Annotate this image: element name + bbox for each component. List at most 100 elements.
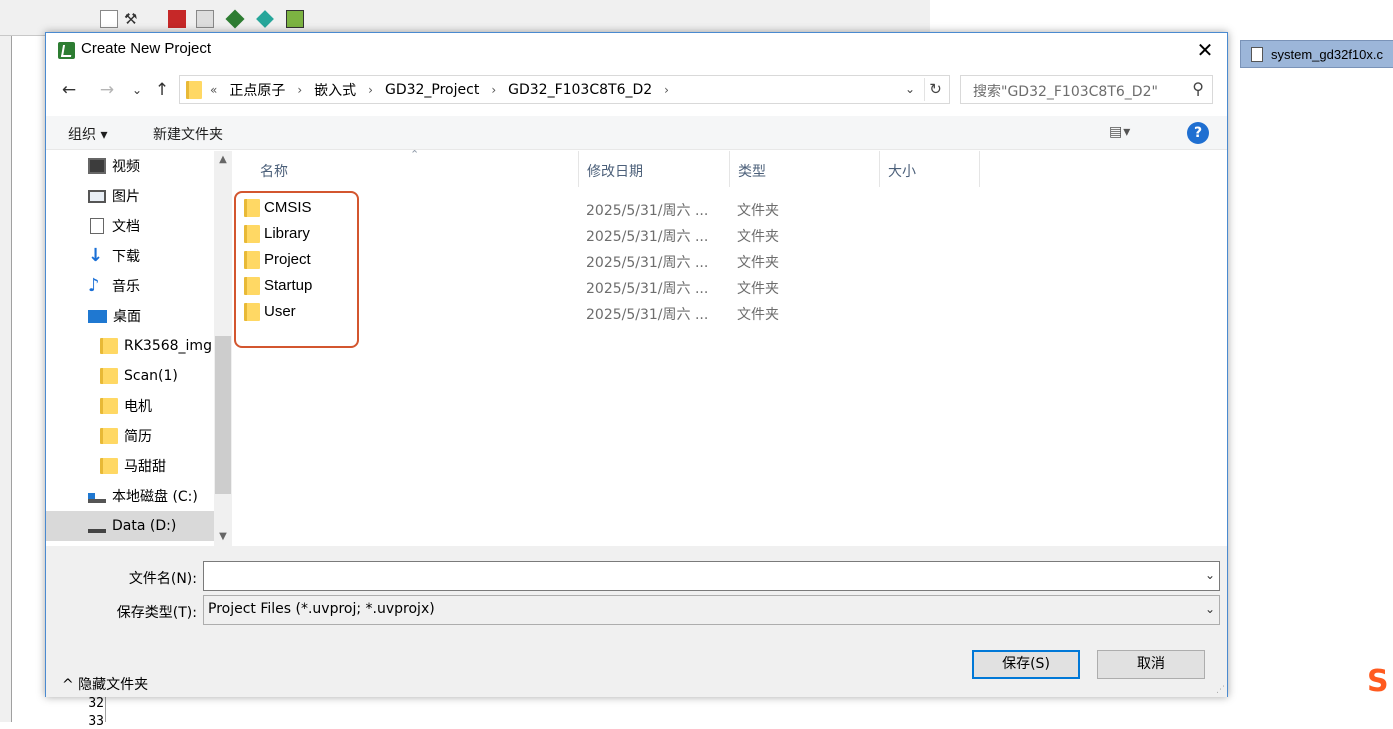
file-date: 2025/5/31/周六 ... [586, 229, 709, 245]
help-icon[interactable]: ? [1187, 122, 1209, 144]
chevron-right-icon[interactable]: › [491, 83, 496, 97]
refresh-icon[interactable]: ↻ [924, 78, 946, 101]
folder-icon [100, 398, 118, 414]
file-type: 文件夹 [737, 281, 779, 297]
filetype-label: 保存类型(T): [116, 605, 197, 621]
drive-d-icon [88, 525, 106, 533]
nav-item-videos[interactable]: 视频 [46, 151, 214, 181]
ide-toolbar: ⚒ [0, 0, 930, 36]
filetype-select[interactable]: Project Files (*.uvproj; *.uvprojx) ⌄ [203, 595, 1220, 625]
breadcrumb-overflow[interactable]: « [210, 83, 217, 97]
checkbox-icon[interactable] [100, 10, 118, 28]
table-row[interactable]: Library 2025/5/31/周六 ... 文件夹 [232, 221, 1227, 247]
nav-item-matiantian[interactable]: 马甜甜 [46, 451, 214, 481]
editor-tab[interactable]: system_gd32f10x.c [1240, 40, 1393, 68]
desktop-icon [88, 309, 107, 323]
recent-locations-button[interactable]: ⌄ [126, 79, 148, 101]
file-name: Project [264, 251, 311, 268]
up-button[interactable]: ↑ [151, 79, 173, 101]
scroll-thumb[interactable] [215, 336, 231, 494]
filename-field[interactable]: ⌄ [203, 561, 1220, 591]
nav-item-label: 桌面 [113, 309, 141, 325]
file-date: 2025/5/31/周六 ... [586, 281, 709, 297]
nav-item-drive-c[interactable]: 本地磁盘 (C:) [46, 481, 214, 511]
nav-item-desktop[interactable]: 桌面 [46, 301, 214, 331]
file-type: 文件夹 [737, 229, 779, 245]
nav-item-downloads[interactable]: ↓ 下载 [46, 241, 214, 271]
chevron-right-icon[interactable]: › [368, 83, 373, 97]
cancel-button[interactable]: 取消 [1097, 650, 1205, 679]
downloads-icon: ↓ [88, 245, 104, 266]
nav-item-scan[interactable]: Scan(1) [46, 361, 214, 391]
folder-icon [244, 225, 260, 243]
navigation-pane: 视频 图片 文档 ↓ 下载 ♪ 音乐 桌面 RK3568_img Scan(1) [46, 151, 232, 546]
nav-item-resume[interactable]: 简历 [46, 421, 214, 451]
music-icon: ♪ [88, 275, 100, 296]
search-icon[interactable]: ⚲ [1192, 79, 1204, 98]
column-header-date[interactable]: 修改日期 [579, 151, 730, 187]
create-project-dialog: Create New Project ✕ ← → ⌄ ↑ « 正点原子 › 嵌入… [45, 32, 1228, 697]
nav-item-documents[interactable]: 文档 [46, 211, 214, 241]
table-row[interactable]: Project 2025/5/31/周六 ... 文件夹 [232, 247, 1227, 273]
drive-c-icon [88, 493, 106, 503]
breadcrumb-item[interactable]: GD32_F103C8T6_D2 [508, 82, 652, 98]
dialog-titlebar[interactable]: Create New Project ✕ [46, 33, 1227, 67]
pictures-icon [88, 189, 106, 203]
manage-components-icon[interactable] [225, 9, 245, 29]
breadcrumb-item[interactable]: 嵌入式 [314, 80, 356, 100]
breadcrumb-item[interactable]: 正点原子 [229, 80, 285, 100]
table-row[interactable]: Startup 2025/5/31/周六 ... 文件夹 [232, 273, 1227, 299]
chevron-right-icon[interactable]: › [664, 83, 669, 97]
file-date: 2025/5/31/周六 ... [586, 307, 709, 323]
table-row[interactable]: User 2025/5/31/周六 ... 文件夹 [232, 299, 1227, 325]
scroll-down-icon[interactable]: ▼ [214, 528, 232, 546]
wand-icon[interactable]: ⚒ [124, 10, 142, 28]
hide-folders-toggle[interactable]: ^ 隐藏文件夹 [62, 674, 148, 694]
folder-icon [100, 338, 118, 354]
navigation-scrollbar[interactable]: ▲ ▼ [214, 151, 232, 546]
nav-item-rk3568-img[interactable]: RK3568_img [46, 331, 214, 361]
nav-item-label: RK3568_img [124, 338, 212, 354]
nav-item-music[interactable]: ♪ 音乐 [46, 271, 214, 301]
folder-icon [100, 428, 118, 444]
editor-tab-label: system_gd32f10x.c [1271, 46, 1384, 62]
nav-item-drive-d[interactable]: Data (D:) [46, 511, 214, 541]
options-icon[interactable] [196, 10, 214, 28]
nav-item-pictures[interactable]: 图片 [46, 181, 214, 211]
nav-item-label: 下载 [112, 249, 140, 265]
scroll-up-icon[interactable]: ▲ [214, 151, 232, 169]
pack-installer-icon[interactable] [286, 10, 304, 28]
breadcrumb-item[interactable]: GD32_Project [385, 82, 479, 98]
back-button[interactable]: ← [58, 79, 80, 101]
new-folder-button[interactable]: 新建文件夹 [153, 124, 223, 144]
chevron-down-icon[interactable]: ⌄ [900, 78, 920, 101]
chevron-right-icon[interactable]: › [297, 83, 302, 97]
file-name: Startup [264, 277, 313, 294]
column-header-size[interactable]: 大小 [880, 151, 980, 187]
select-packs-icon[interactable] [256, 10, 274, 28]
column-header-type[interactable]: 类型 [730, 151, 880, 187]
column-header-name[interactable]: 名称 [252, 151, 579, 187]
resize-grip-icon[interactable]: ⋰ [1216, 685, 1225, 695]
address-bar[interactable]: « 正点原子 › 嵌入式 › GD32_Project › GD32_F103C… [179, 75, 950, 104]
command-bar: 组织 ▾ 新建文件夹 ▤▾ ? [46, 116, 1227, 150]
folder-icon [244, 199, 260, 217]
forward-button[interactable]: → [96, 79, 118, 101]
organize-button[interactable]: 组织 ▾ [68, 124, 107, 144]
folder-icon [100, 368, 118, 384]
sogou-ime-icon[interactable]: S [1367, 664, 1393, 699]
nav-item-label: 文档 [112, 219, 140, 235]
build-target-icon[interactable] [168, 10, 186, 28]
chevron-down-icon[interactable]: ⌄ [1205, 602, 1215, 616]
table-row[interactable]: CMSIS 2025/5/31/周六 ... 文件夹 [232, 195, 1227, 221]
document-icon [1251, 46, 1263, 62]
save-button[interactable]: 保存(S) [972, 650, 1080, 679]
chevron-down-icon[interactable]: ⌄ [1205, 568, 1215, 582]
nav-item-label: 马甜甜 [124, 459, 166, 475]
view-options-icon[interactable]: ▤▾ [1109, 124, 1131, 140]
folder-icon [244, 303, 260, 321]
nav-item-motor[interactable]: 电机 [46, 391, 214, 421]
nav-item-label: 简历 [124, 429, 152, 445]
close-button[interactable]: ✕ [1191, 37, 1219, 63]
search-input[interactable]: 搜索"GD32_F103C8T6_D2" ⚲ [960, 75, 1213, 104]
